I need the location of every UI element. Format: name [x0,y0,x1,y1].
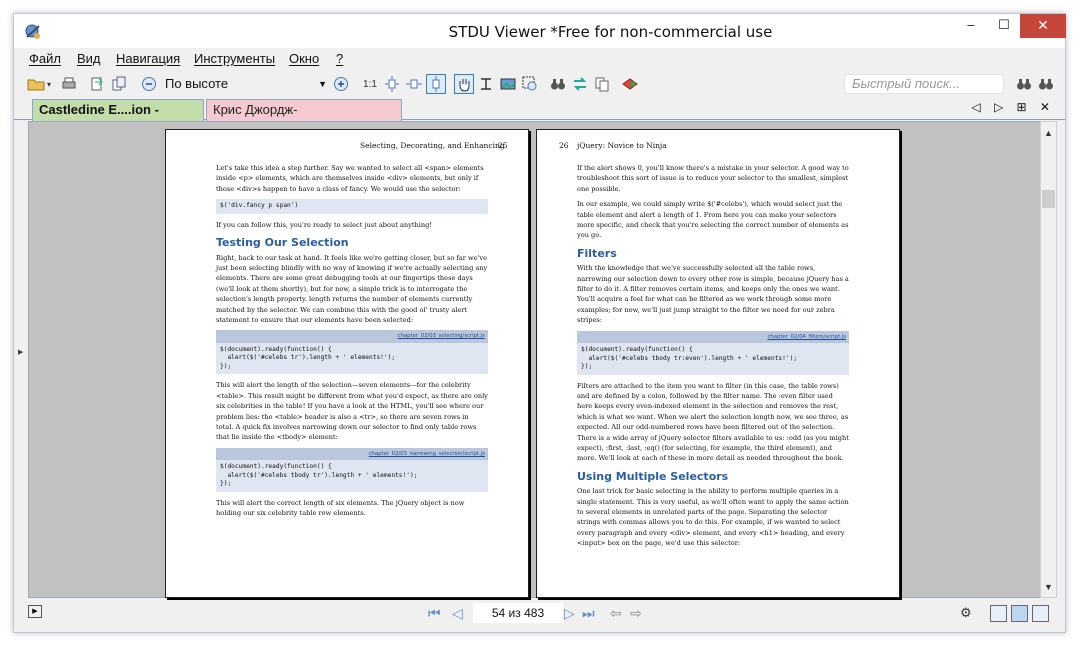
page-header: jQuery: Novice to Ninja [577,141,667,150]
code-block: $(document).ready(function() { alert($('… [216,342,488,375]
page-header: Selecting, Decorating, and Enhancing [360,141,505,150]
paragraph: This will alert the correct length of si… [216,498,465,518]
paragraph: In our example, we could simply write $(… [577,200,849,240]
paragraph: If you can follow this, you're ready to … [216,220,433,229]
zoom-select[interactable]: По высоте ▼ [159,74,329,94]
code-file-link[interactable]: chapter_02/03_selecting/script.js [216,330,488,343]
settings-icon[interactable]: ⚙ [960,605,972,621]
history-forward-icon[interactable]: ⇨ [630,605,642,622]
document-tabs: Castledine E....ion - 2012.pdf Крис Джор… [14,96,1065,137]
menu-window[interactable]: Окно [289,51,319,66]
zoom-value: По высоте [165,76,229,91]
print-icon[interactable] [59,74,79,94]
status-bar: ▶ ⏮ ◁ 54 из 483 ▷ ⏭ ⇦ ⇨ ⚙ [14,598,1065,634]
export-icon[interactable] [87,74,107,94]
hand-tool-icon[interactable] [454,74,474,94]
paragraph: One last trick for basic selecting is th… [577,487,849,548]
window-title: STDU Viewer *Free for non-commercial use [448,23,773,41]
menu-file[interactable]: Файл [29,51,61,66]
two-page-view-icon[interactable] [1011,605,1028,622]
minimize-button[interactable]: – [954,14,988,38]
tab-castledine[interactable]: Castledine E....ion - 2012.pdf [32,99,204,137]
open-folder-icon[interactable] [26,74,46,94]
section-heading: Testing Our Selection [216,236,349,250]
fit-height-icon[interactable] [426,74,446,94]
first-page-icon[interactable]: ⏮ [428,605,441,622]
prev-page-icon[interactable]: ◁ [452,605,463,622]
history-back-icon[interactable]: ⇦ [610,605,622,622]
vertical-scrollbar[interactable]: ▲ ▼ [1040,121,1057,598]
maximize-button[interactable]: ☐ [987,14,1021,38]
title-bar: STDU Viewer *Free for non-commercial use… [14,14,1066,48]
actual-size-button[interactable]: 1:1 [360,74,380,94]
paragraph: With the knowledge that we've successful… [577,264,849,325]
copy-pages-icon[interactable] [109,74,129,94]
menu-navigation[interactable]: Навигация [116,51,180,66]
scroll-thumb[interactable] [1042,190,1055,208]
page-body: If the alert shows 0, you'll know there'… [577,163,849,554]
page-number-input[interactable]: 54 из 483 [473,603,563,623]
code-block: $('div.fancy p span') [216,199,488,214]
menu-bar: Файл Вид Навигация Инструменты Окно ? [14,51,1065,71]
find-icon[interactable] [548,74,568,94]
code-file-link[interactable]: chapter_02/04_filters/script.js [577,330,849,344]
code-block: $(document).ready(function() { alert($('… [577,343,849,375]
code-file-link[interactable]: chapter_02/03_narrowing_selection/script… [216,447,488,461]
copy-icon[interactable] [592,74,612,94]
fit-page-icon[interactable] [382,74,402,94]
page-right: 26 jQuery: Novice to Ninja If the alert … [536,129,900,598]
chevron-down-icon: ▼ [318,79,327,89]
next-page-icon[interactable]: ▷ [564,605,575,622]
text-select-icon[interactable] [476,74,496,94]
zoom-in-icon[interactable] [331,74,351,94]
paragraph: Filters are attached to the item you wan… [577,381,849,463]
scroll-down-icon[interactable]: ▼ [1044,582,1053,592]
paragraph: Let's take this idea a step further. Say… [216,164,484,193]
bookmark-icon[interactable] [620,74,640,94]
menu-help[interactable]: ? [336,51,343,66]
search-prev-icon[interactable] [1014,74,1034,94]
app-window: STDU Viewer *Free for non-commercial use… [13,13,1066,633]
image-select-icon[interactable] [498,74,518,94]
page-body: Let's take this idea a step further. Say… [216,163,488,523]
tab-kris-george[interactable]: Крис Джордж-Б...рафии-2009.pdf [206,99,402,137]
toolbar: ▾ По высоте ▼ 1:1 Быстрый поиск... [14,72,1065,96]
zoom-out-icon[interactable] [139,74,159,94]
paragraph: This will alert the length of the select… [216,381,488,442]
last-page-icon[interactable]: ⏭ [582,605,595,622]
single-page-view-icon[interactable] [990,605,1007,622]
grid-view-icon[interactable] [1032,605,1049,622]
page-left: Selecting, Decorating, and Enhancing 25 … [165,129,529,598]
code-block: $(document).ready(function() { alert($('… [216,460,488,492]
page-number: 25 [498,141,508,150]
section-heading: Using Multiple Selectors [577,469,729,483]
menu-tools[interactable]: Инструменты [194,51,275,66]
paragraph: Right, back to our task at hand. It feel… [216,253,488,324]
find-next-icon[interactable] [570,74,590,94]
tab-navigation-controls[interactable]: ◁ ▷ ⊞ ✕ [971,100,1055,114]
search-next-icon[interactable] [1036,74,1056,94]
quick-search-input[interactable]: Быстрый поиск... [844,74,1004,94]
open-dropdown-icon[interactable]: ▾ [44,74,54,94]
scroll-up-icon[interactable]: ▲ [1044,128,1053,138]
page-number: 26 [559,141,569,150]
close-button[interactable]: ✕ [1020,14,1066,38]
menu-view[interactable]: Вид [77,51,101,66]
expand-panel-icon[interactable]: ▶ [18,348,23,356]
sidebar-toggle-icon[interactable]: ▶ [28,605,42,618]
fit-width-icon[interactable] [404,74,424,94]
section-heading: Filters [577,246,617,260]
paragraph: If the alert shows 0, you'll know there'… [577,164,849,193]
zoom-area-icon[interactable] [520,74,540,94]
